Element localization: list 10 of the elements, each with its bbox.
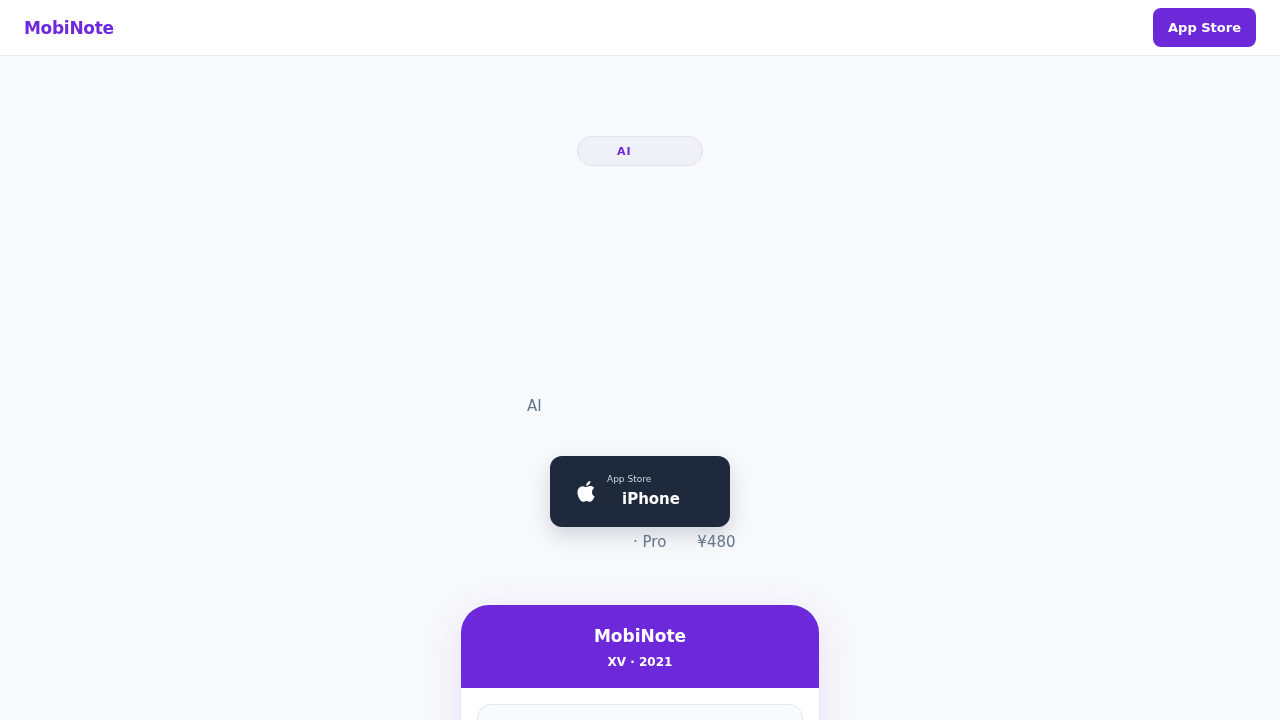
hero-subtitle: AI (527, 396, 542, 417)
price-text: · Pro (633, 532, 667, 553)
phone-subtitle: XV · 2021 (607, 654, 673, 670)
app-store-download-button[interactable]: App Store iPhone (550, 456, 730, 527)
logo[interactable]: MobiNote (24, 17, 114, 38)
apple-icon (577, 481, 595, 502)
price-text: ¥480 (697, 532, 736, 553)
badge: AI (577, 136, 703, 166)
app-store-button[interactable]: App Store (1153, 8, 1256, 47)
phone-title: MobiNote (593, 625, 687, 647)
